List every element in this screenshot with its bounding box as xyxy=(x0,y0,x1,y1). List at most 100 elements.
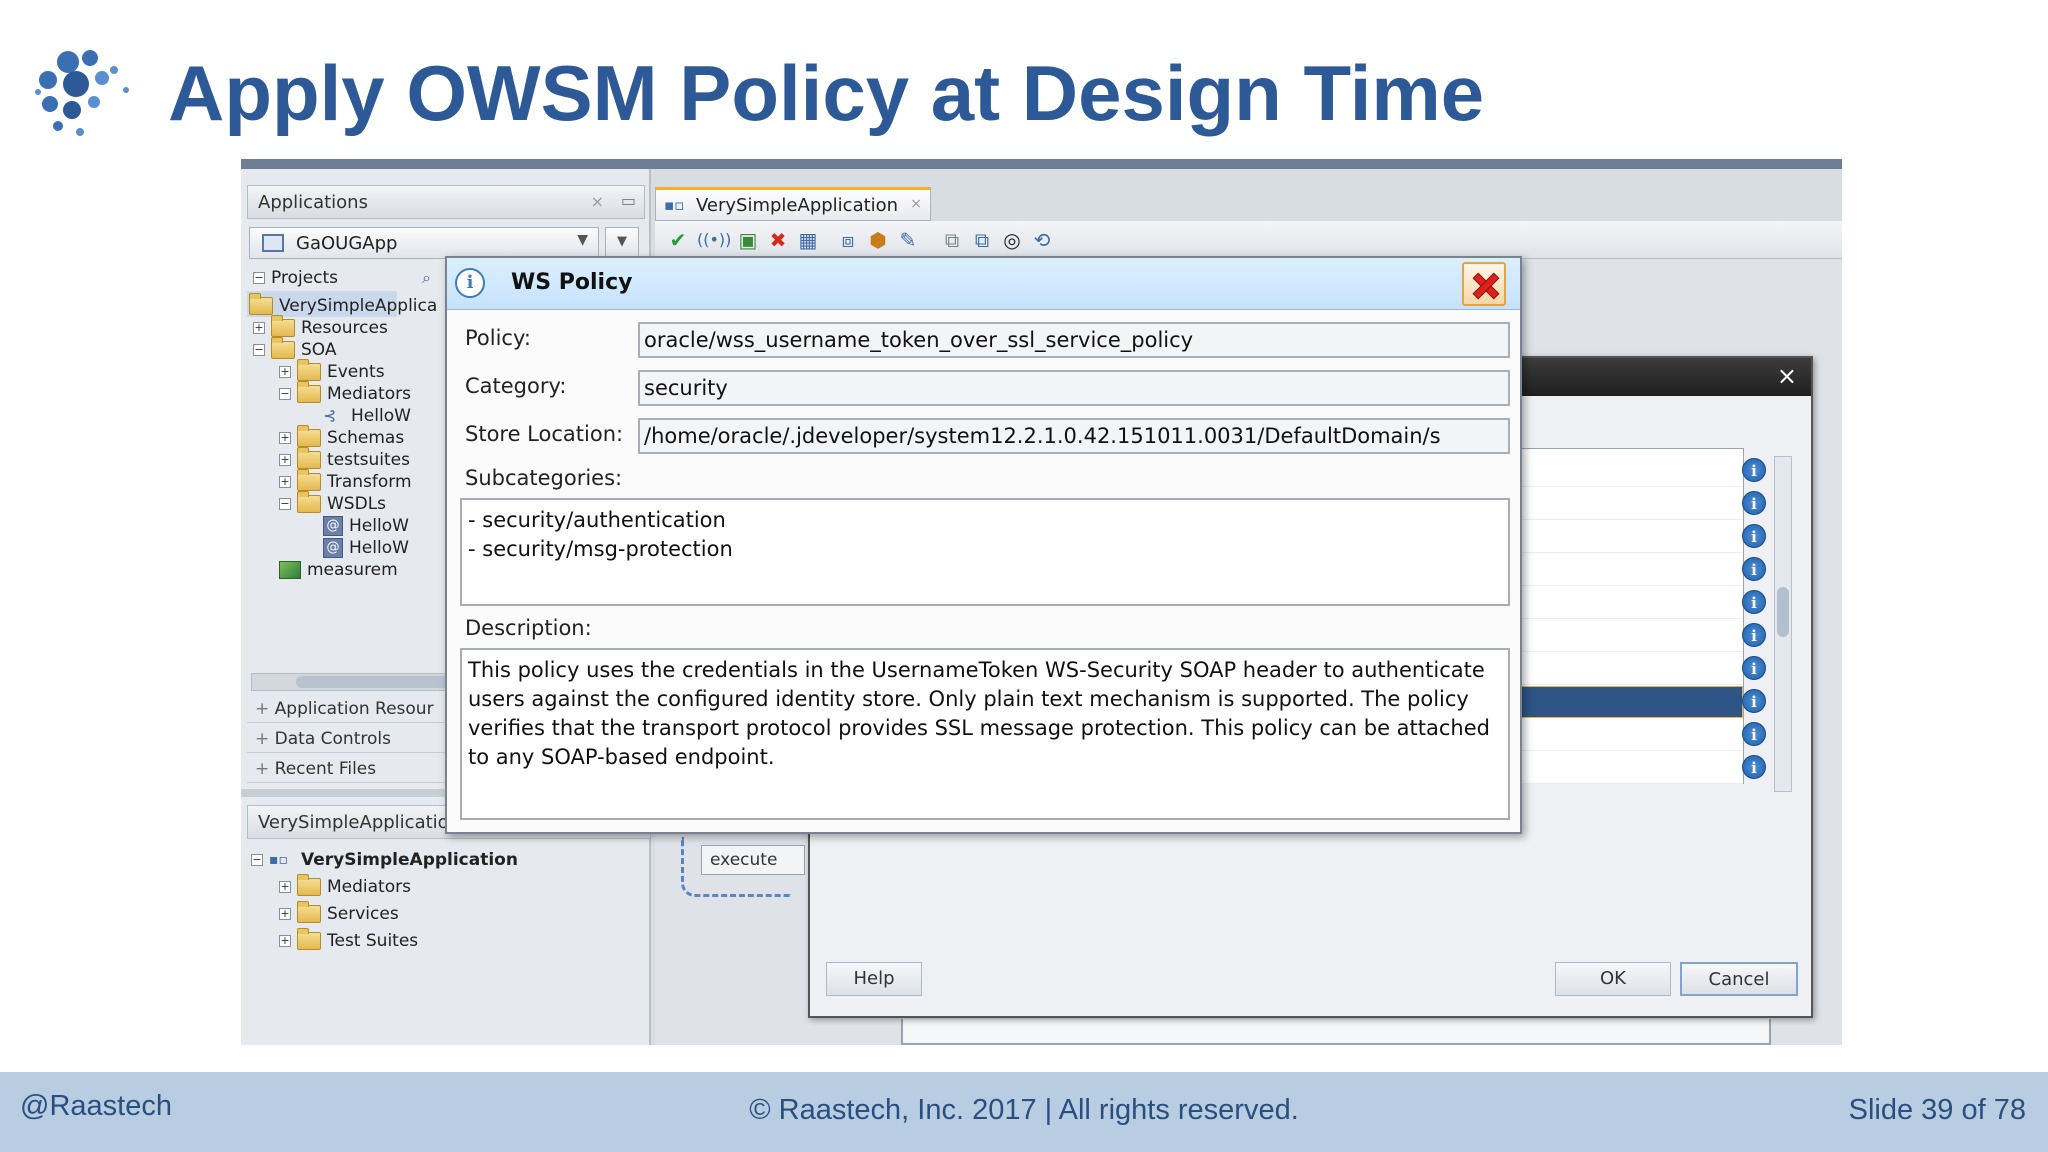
expand-icon[interactable]: + xyxy=(255,729,275,749)
info-icon[interactable]: i xyxy=(1742,755,1766,779)
category-field[interactable]: security xyxy=(638,370,1510,406)
expand-icon[interactable]: + xyxy=(279,908,291,920)
folder-icon xyxy=(297,425,321,447)
chart-icon[interactable]: ▣ xyxy=(735,227,761,253)
mediator-icon: ⊰ xyxy=(323,406,337,425)
applications-panel-header: Applications × ▭ xyxy=(247,185,645,219)
collapse-icon[interactable]: − xyxy=(253,272,265,284)
folder-icon xyxy=(297,359,321,381)
structure-item[interactable]: − ▪▫ VerySimpleApplication xyxy=(251,847,518,873)
scrollbar-thumb[interactable] xyxy=(1777,587,1789,637)
collapse-icon[interactable]: − xyxy=(253,344,265,356)
expand-icon[interactable]: + xyxy=(255,699,275,719)
expand-icon[interactable]: + xyxy=(279,881,291,893)
accordion-label: Recent Files xyxy=(274,759,377,779)
antenna-icon[interactable]: ((•)) xyxy=(697,227,731,253)
tree-item-label: Resources xyxy=(301,318,388,338)
binoculars-icon[interactable]: ◎ xyxy=(999,227,1025,253)
tab-label: VerySimpleApplication xyxy=(696,195,899,216)
editor-toolbar: ✔ ((•)) ▣ ✖ ▦ ⧈ ⬢ ✎ ⧉ ⧉ ◎ ⟲ xyxy=(655,221,1842,259)
module-icon[interactable]: ⧈ xyxy=(835,227,861,253)
wsdl-icon: @ xyxy=(323,538,343,558)
folder-icon xyxy=(297,901,321,923)
collapse-icon[interactable]: − xyxy=(251,854,263,866)
collapse-icon[interactable]: − xyxy=(279,498,291,510)
structure-item[interactable]: + Mediators xyxy=(279,874,411,900)
raastech-logo xyxy=(35,50,129,136)
applications-panel-title: Applications xyxy=(258,192,368,213)
ws-policy-title: WS Policy xyxy=(511,270,633,295)
tree-item-label: measurem xyxy=(307,560,398,580)
info-icon: i xyxy=(455,268,485,298)
wizard-bottom-edge xyxy=(901,1019,1771,1045)
expand-icon[interactable]: + xyxy=(253,322,265,334)
vertical-scrollbar[interactable] xyxy=(1774,456,1792,792)
tab-verysimpleapplication[interactable]: ▪▫ VerySimpleApplication × xyxy=(655,187,931,221)
info-icon[interactable]: i xyxy=(1742,524,1766,548)
search-icon[interactable]: ⌕ xyxy=(422,268,431,288)
component-icon[interactable]: ▦ xyxy=(795,227,821,253)
structure-item[interactable]: + Test Suites xyxy=(279,928,418,954)
category-label: Category: xyxy=(465,374,567,398)
description-label: Description: xyxy=(465,616,592,640)
check-icon[interactable]: ✔ xyxy=(665,227,691,253)
structure-item-label: VerySimpleApplication xyxy=(301,850,518,870)
info-icon[interactable]: i xyxy=(1742,557,1766,581)
tree-item-label: HelloW xyxy=(349,516,409,536)
application-selector[interactable]: GaOUGApp ▼ xyxy=(249,227,599,259)
accordion-label: Application Resour xyxy=(274,699,434,719)
shield-icon[interactable]: ⬢ xyxy=(865,227,891,253)
application-menu-button[interactable]: ▼ xyxy=(605,227,639,259)
close-icon[interactable]: × xyxy=(1777,362,1797,390)
cancel-button[interactable]: Cancel xyxy=(1680,962,1798,996)
description-box[interactable]: This policy uses the credentials in the … xyxy=(460,648,1510,820)
minimize-icon[interactable]: ▭ xyxy=(621,191,636,210)
expand-icon[interactable]: + xyxy=(279,935,291,947)
policy-field[interactable]: oracle/wss_username_token_over_ssl_servi… xyxy=(638,322,1510,358)
info-icon[interactable]: i xyxy=(1742,689,1766,713)
chart-icon xyxy=(279,561,301,579)
help-button[interactable]: Help xyxy=(826,962,922,996)
tree-item[interactable]: measurem xyxy=(279,557,398,583)
window-icon[interactable]: ⧉ xyxy=(969,227,995,253)
execute-operation[interactable]: execute xyxy=(701,845,805,875)
expand-icon[interactable]: + xyxy=(279,366,291,378)
refresh-icon[interactable]: ⟲ xyxy=(1029,227,1055,253)
expand-icon[interactable]: + xyxy=(255,759,275,779)
expand-icon[interactable]: + xyxy=(279,476,291,488)
copy-icon[interactable]: ⧉ xyxy=(939,227,965,253)
folder-icon xyxy=(297,928,321,950)
application-icon xyxy=(262,234,284,252)
close-icon[interactable]: × xyxy=(910,196,922,212)
subcategories-box[interactable]: - security/authentication - security/msg… xyxy=(460,498,1510,606)
wsdl-icon: @ xyxy=(323,516,343,536)
info-icon[interactable]: i xyxy=(1742,623,1766,647)
info-icon[interactable]: i xyxy=(1742,491,1766,515)
policy-label: Policy: xyxy=(465,326,531,350)
ok-button[interactable]: OK xyxy=(1555,962,1671,996)
expand-icon[interactable]: + xyxy=(279,454,291,466)
close-button[interactable] xyxy=(1462,262,1506,306)
store-location-field[interactable]: /home/oracle/.jdeveloper/system12.2.1.0.… xyxy=(638,418,1510,454)
structure-item[interactable]: + Services xyxy=(279,901,399,927)
composite-icon: ▪▫ xyxy=(269,852,288,868)
info-icon[interactable]: i xyxy=(1742,590,1766,614)
projects-header[interactable]: − Projects xyxy=(253,265,338,291)
ws-policy-titlebar: i WS Policy xyxy=(447,258,1520,310)
slide-footer: @Raastech © Raastech, Inc. 2017 | All ri… xyxy=(0,1072,2048,1152)
folder-icon xyxy=(271,315,295,337)
collapse-icon[interactable]: − xyxy=(279,388,291,400)
structure-item-label: Test Suites xyxy=(327,931,419,951)
tree-item-label: WSDLs xyxy=(327,494,387,514)
info-icon[interactable]: i xyxy=(1742,722,1766,746)
info-icon[interactable]: i xyxy=(1742,458,1766,482)
footer-copyright: © Raastech, Inc. 2017 | All rights reser… xyxy=(749,1094,1299,1126)
structure-item-label: Mediators xyxy=(327,877,411,897)
edit-icon[interactable]: ✎ xyxy=(895,227,921,253)
info-icon[interactable]: i xyxy=(1742,656,1766,680)
ws-policy-dialog: i WS Policy Policy: oracle/wss_username_… xyxy=(445,256,1522,834)
delete-icon[interactable]: ✖ xyxy=(765,227,791,253)
folder-icon xyxy=(297,447,321,469)
expand-icon[interactable]: + xyxy=(279,432,291,444)
close-icon[interactable]: × xyxy=(591,192,604,211)
